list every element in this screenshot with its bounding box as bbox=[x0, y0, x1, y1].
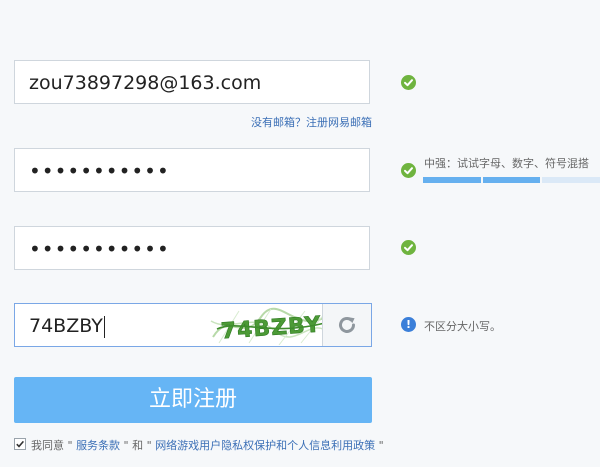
strength-segment bbox=[482, 177, 541, 183]
captcha-hint: 不区分大小写。 bbox=[424, 320, 501, 333]
password-value: ••••••••••• bbox=[29, 159, 170, 183]
agreement-row: 我同意 " 服务条款 " 和 " 网络游戏用户隐私权保护和个人信息利用政策 " bbox=[14, 437, 384, 453]
confirm-password-field[interactable]: ••••••••••• bbox=[14, 226, 370, 270]
check-circle-icon bbox=[401, 163, 416, 178]
register-button[interactable]: 立即注册 bbox=[14, 377, 372, 423]
refresh-captcha-button[interactable] bbox=[322, 304, 371, 346]
captcha-image[interactable]: 74BZBY bbox=[209, 307, 333, 345]
strength-segment bbox=[542, 177, 600, 183]
strength-segment bbox=[423, 177, 481, 183]
email-value: zou73897298@163.com bbox=[29, 72, 262, 94]
captcha-input-value: 74BZBY bbox=[29, 315, 105, 338]
password-strength-meter bbox=[423, 177, 600, 183]
check-circle-icon bbox=[401, 75, 416, 90]
privacy-policy-link[interactable]: 网络游戏用户隐私权保护和个人信息利用政策 bbox=[155, 439, 375, 452]
check-circle-icon bbox=[401, 240, 416, 255]
captcha-field[interactable]: 74BZBY 74BZBY bbox=[14, 303, 372, 347]
checkmark-icon bbox=[16, 440, 25, 448]
terms-of-service-link[interactable]: 服务条款 bbox=[76, 439, 120, 452]
email-field[interactable]: zou73897298@163.com bbox=[14, 60, 370, 104]
register-netease-mail-link[interactable]: 没有邮箱？注册网易邮箱 bbox=[251, 114, 372, 130]
confirm-password-value: ••••••••••• bbox=[29, 237, 170, 261]
refresh-icon bbox=[339, 316, 355, 333]
password-field[interactable]: ••••••••••• bbox=[14, 148, 370, 192]
info-circle-icon: ! bbox=[401, 317, 416, 332]
password-strength-hint: 中强：试试字母、数字、符号混搭 bbox=[424, 157, 589, 170]
agree-checkbox[interactable] bbox=[14, 438, 26, 450]
